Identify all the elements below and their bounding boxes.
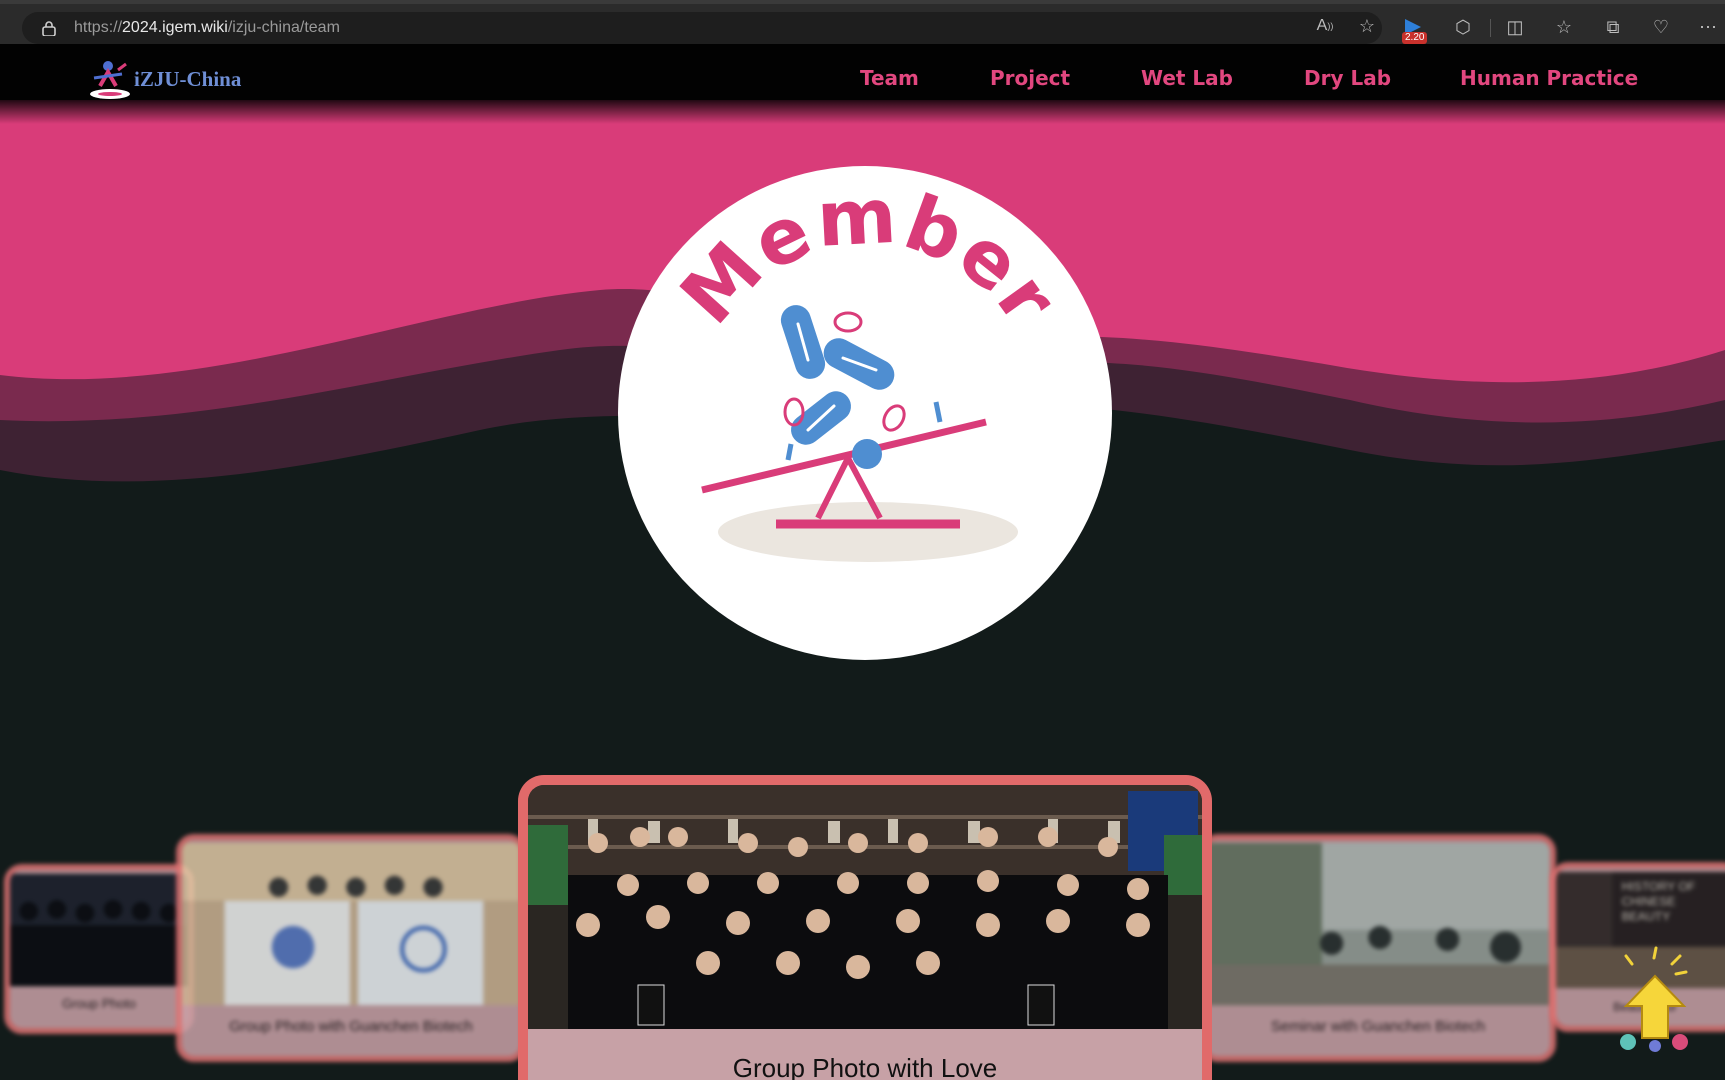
nav-dry-lab[interactable]: Dry Lab [1304,66,1391,90]
read-aloud-icon[interactable]: A)) [1312,13,1338,39]
address-bar[interactable]: https://2024.igem.wiki/izju-china/team A… [22,12,1382,44]
shadow-ellipse [718,502,1018,562]
url-host: 2024.igem.wiki [122,19,228,36]
carousel-card-guanchen-group[interactable]: Group Photo with Guanchen Biotech [176,834,526,1062]
favorites-icon[interactable]: ☆ [1551,14,1577,40]
site-logo[interactable]: iZJU-China [86,56,256,102]
page: https://2024.igem.wiki/izju-china/team A… [0,0,1725,1080]
card-caption: Group Photo [62,996,136,1011]
capsule-icon-3 [791,391,851,445]
pivot-circle [852,439,882,469]
member-badge: Member [618,166,1112,660]
lock-icon[interactable] [42,20,56,36]
photo-seminar [1206,842,1550,1006]
extension-badge: 2.20 [1402,32,1428,44]
nav-human-practice[interactable]: Human Practice [1460,66,1638,90]
photo-guanchen-group [182,842,520,1006]
svg-text:HISTORY OF: HISTORY OF [1622,880,1696,894]
card-caption: Group Photo with Guanchen Biotech [229,1018,473,1035]
seesaw-plank [701,418,987,494]
svg-text:BEAUTY: BEAUTY [1622,910,1671,924]
carousel-card-seminar[interactable]: Seminar with Guanchen Biotech [1200,834,1556,1062]
photo-group [10,873,188,987]
logo-mascot-icon [90,61,130,99]
carousel-card-active[interactable]: Group Photo with Love [518,775,1212,1080]
browser-toolbar: https://2024.igem.wiki/izju-china/team A… [0,0,1725,44]
favorite-star-icon[interactable]: ☆ [1354,13,1380,39]
member-title: Member [663,171,1073,341]
browser-essentials-icon[interactable]: ♡ [1648,14,1674,40]
capsule-icon-2 [823,338,895,390]
nav-wet-lab[interactable]: Wet Lab [1141,66,1233,90]
logo-text: iZJU-China [134,66,242,91]
collections-icon[interactable]: ⧉ [1600,14,1626,40]
url-text[interactable]: https://2024.igem.wiki/izju-china/team [74,19,340,37]
svg-text:Member: Member [663,171,1075,341]
photo-group-with-love [528,785,1202,1029]
toolbar-divider [1490,19,1491,37]
card-caption-active: Group Photo with Love [732,1053,998,1080]
url-path: /izju-china/team [227,19,340,36]
split-screen-icon[interactable]: ◫ [1502,14,1528,40]
capsule-icon-1 [780,305,826,379]
card-caption: Seminar with Guanchen Biotech [1270,1018,1486,1035]
more-menu-icon[interactable]: ⋯ [1695,14,1721,40]
svg-text:CHINESE: CHINESE [1622,895,1676,909]
carousel-card-group-photo[interactable]: Group Photo [4,864,194,1034]
member-illustration: Member [663,171,1075,562]
back-to-top-icon[interactable] [1610,946,1700,1056]
url-scheme: https:// [74,19,123,36]
nav-team[interactable]: Team [860,66,919,90]
extensions-puzzle-icon[interactable]: ⬡ [1450,14,1476,40]
nav-project[interactable]: Project [990,66,1070,90]
